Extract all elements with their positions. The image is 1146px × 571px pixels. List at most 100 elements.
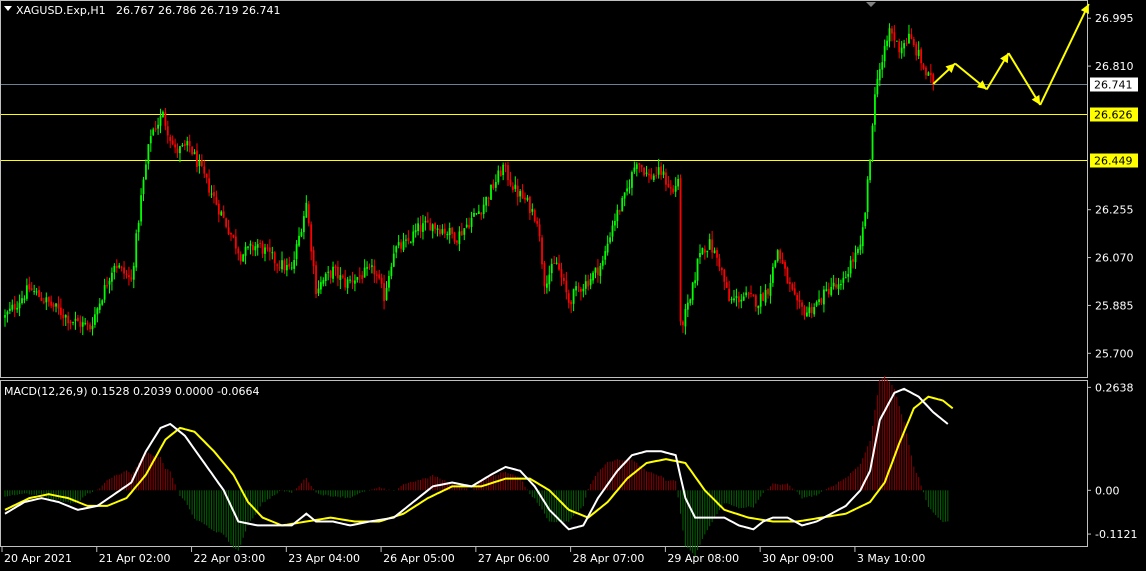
- candle-bear: [541, 237, 543, 265]
- candle-bull: [572, 289, 575, 304]
- candle-bear: [203, 166, 206, 174]
- candle-bull: [482, 204, 485, 214]
- candle-bull: [193, 152, 196, 155]
- candle-bear: [893, 32, 896, 41]
- candle-bear: [720, 268, 723, 271]
- candle-bull: [322, 280, 325, 284]
- candle-bull: [295, 244, 298, 260]
- time-tick-label: 3 May 10:00: [857, 552, 925, 565]
- candle-bull: [11, 304, 14, 310]
- candle-bear: [504, 165, 507, 167]
- candle-bear: [341, 275, 344, 278]
- candle-bear: [380, 277, 383, 284]
- candle-bear: [59, 307, 62, 316]
- candle-bull: [305, 202, 308, 218]
- candle-bull: [866, 179, 869, 212]
- candle-bull: [769, 282, 772, 296]
- candle-bull: [485, 197, 488, 206]
- candle-bull: [397, 242, 400, 246]
- candle-bear: [154, 128, 157, 130]
- candle-bear: [754, 295, 757, 307]
- candle-bull: [514, 184, 517, 189]
- candle-bull: [135, 233, 138, 268]
- macd-tick-label: 0.2638: [1095, 381, 1134, 394]
- candle-bull: [465, 224, 468, 228]
- candle-bear: [640, 164, 643, 168]
- candle-bear: [40, 298, 43, 301]
- candle-bear: [358, 275, 361, 277]
- candle-bear: [679, 178, 682, 322]
- candle-bull: [713, 250, 716, 254]
- candle-bull: [293, 260, 296, 269]
- candle-bull: [633, 167, 636, 172]
- candle-bear: [329, 270, 332, 278]
- price-tick-label: 26.070: [1095, 252, 1134, 265]
- candle-bear: [558, 263, 560, 270]
- candle-bull: [662, 171, 665, 175]
- candle-bear: [538, 224, 541, 237]
- candle-bull: [623, 192, 626, 199]
- candle-bear: [803, 306, 806, 316]
- candle-bull: [55, 303, 57, 307]
- candle-bear: [650, 174, 653, 180]
- trading-chart[interactable]: 26.995 26.810 26.255 26.070 25.885 25.700 26.6…: [0, 0, 1146, 568]
- candle-bull: [111, 272, 113, 282]
- candle-bear: [716, 250, 718, 258]
- candle-bear: [50, 301, 53, 306]
- chart-svg[interactable]: 26.995 26.810 26.255 26.070 25.885 25.700 26.6…: [0, 0, 1146, 568]
- candle-bear: [13, 303, 16, 310]
- candle-bear: [852, 259, 854, 262]
- candle-bull: [628, 187, 631, 189]
- candle-bear: [268, 247, 271, 252]
- candle-bear: [905, 42, 908, 44]
- candle-bull: [674, 185, 677, 192]
- time-tick-label: 21 Apr 02:00: [99, 552, 171, 565]
- candle-bear: [669, 187, 672, 189]
- candle-bull: [409, 241, 412, 243]
- candle-bull: [903, 43, 905, 49]
- candle-bear: [597, 267, 599, 276]
- candle-bull: [21, 298, 23, 304]
- candle-bull: [356, 276, 359, 280]
- candle-bear: [106, 285, 108, 287]
- candle-bull: [550, 263, 553, 274]
- candle-bear: [543, 263, 546, 287]
- candle-bull: [854, 252, 857, 263]
- candle-bear: [801, 302, 803, 307]
- candle-bull: [4, 315, 6, 318]
- candle-bear: [67, 315, 70, 324]
- time-tick-label: 28 Apr 07:00: [573, 552, 645, 565]
- candle-bull: [385, 287, 388, 301]
- candle-bull: [317, 288, 320, 294]
- candle-bull: [733, 298, 735, 301]
- ohlc-label: 26.767 26.786 26.719 26.741: [116, 4, 280, 17]
- candle-bear: [205, 173, 208, 178]
- time-tick-label: 29 Apr 08:00: [667, 552, 739, 565]
- candle-bear: [660, 166, 662, 175]
- price-tick-label: 26.995: [1095, 12, 1134, 25]
- candle-bull: [363, 267, 366, 278]
- candle-bull: [137, 223, 140, 233]
- candle-bear: [453, 232, 456, 242]
- candle-bull: [210, 193, 213, 195]
- candle-bear: [524, 197, 526, 200]
- candle-bull: [145, 164, 147, 180]
- candle-bull: [72, 321, 74, 323]
- candle-bull: [81, 322, 84, 327]
- candle-bull: [677, 179, 680, 187]
- candle-bear: [52, 304, 55, 307]
- candle-bull: [604, 251, 607, 260]
- candle-bear: [835, 284, 837, 288]
- candle-bull: [701, 247, 704, 255]
- candle-bear: [528, 196, 531, 214]
- candle-bull: [64, 315, 67, 318]
- candle-bull: [706, 250, 709, 253]
- time-tick-label: 23 Apr 04:00: [288, 552, 360, 565]
- candle-bull: [18, 302, 21, 309]
- candle-bear: [57, 303, 60, 309]
- candle-bull: [859, 244, 862, 250]
- candle-bear: [492, 183, 495, 189]
- candle-bull: [140, 195, 142, 222]
- candle-bear: [334, 266, 337, 269]
- candle-bear: [407, 238, 410, 242]
